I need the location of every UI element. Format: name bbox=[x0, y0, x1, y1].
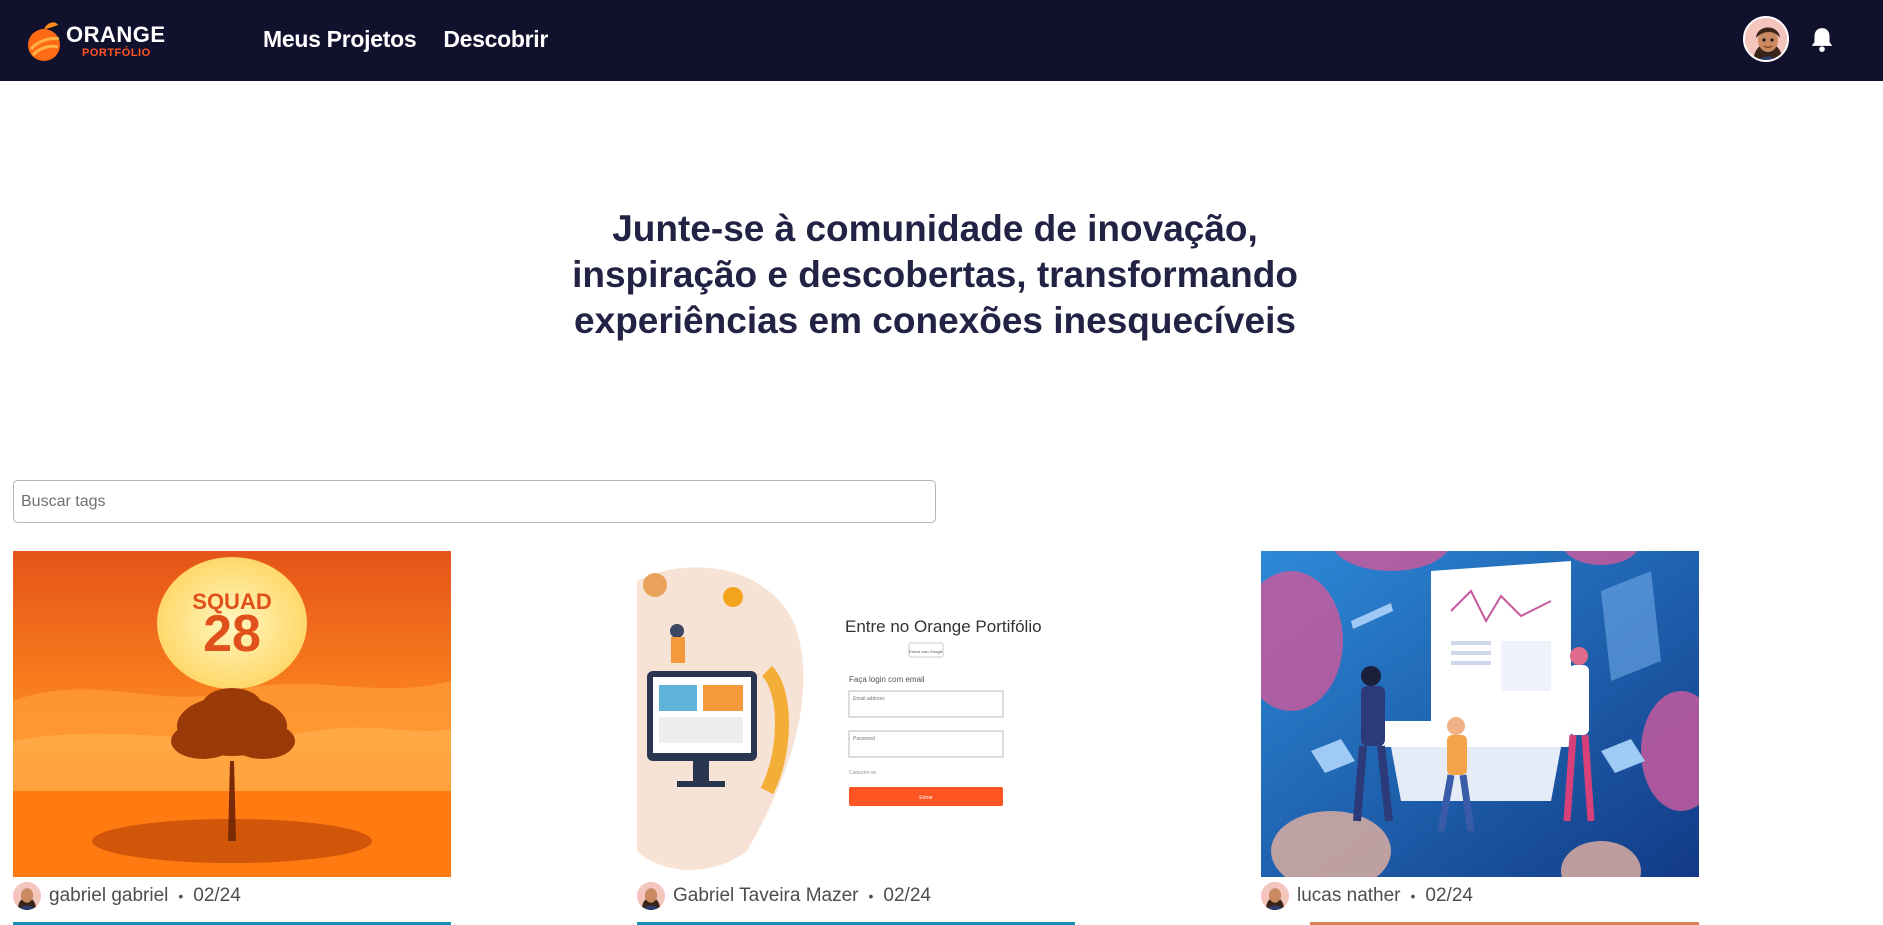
project-meta: lucas nather • 02/24 bbox=[1261, 877, 1699, 915]
main-nav: Meus Projetos Descobrir bbox=[263, 26, 548, 53]
author-name[interactable]: lucas nather bbox=[1297, 885, 1401, 907]
logo-subtitle: PORTFÓLIO bbox=[82, 46, 151, 59]
signup-link: Cadastre-se bbox=[849, 770, 876, 776]
project-thumbnail[interactable] bbox=[1261, 551, 1699, 877]
user-avatar[interactable] bbox=[1743, 16, 1789, 62]
search-tags-input[interactable] bbox=[13, 480, 936, 523]
hero-line-1: Junte-se à comunidade de inovação, bbox=[612, 208, 1258, 249]
nav-meus-projetos[interactable]: Meus Projetos bbox=[263, 26, 417, 53]
orange-fruit-icon bbox=[26, 19, 62, 63]
login-heading: Entre no Orange Portifólio bbox=[845, 617, 1042, 636]
login-subheading: Faça login com email bbox=[849, 675, 925, 684]
email-label: Email address bbox=[853, 696, 885, 702]
password-label: Password bbox=[853, 736, 875, 742]
project-thumbnail[interactable]: SQUAD 28 bbox=[13, 551, 451, 877]
project-card: SQUAD 28 gabriel gabriel • 02/24 bbox=[13, 551, 451, 915]
project-meta: Gabriel Taveira Mazer • 02/24 bbox=[637, 877, 1075, 915]
squad-number: 28 bbox=[203, 605, 261, 663]
orange-portfolio-logo[interactable]: ORANGE PORTFÓLIO bbox=[26, 16, 165, 66]
separator-dot: • bbox=[868, 888, 874, 904]
author-avatar bbox=[1261, 882, 1289, 910]
separator-dot: • bbox=[1410, 888, 1416, 904]
project-date: 02/24 bbox=[883, 885, 931, 906]
author-name[interactable]: Gabriel Taveira Mazer bbox=[673, 885, 859, 907]
logo-title: ORANGE bbox=[66, 21, 166, 47]
project-date: 02/24 bbox=[193, 885, 241, 906]
author-name[interactable]: gabriel gabriel bbox=[49, 885, 168, 907]
hero-line-3: experiências em conexões inesquecíveis bbox=[574, 300, 1296, 341]
nav-descobrir[interactable]: Descobrir bbox=[443, 26, 548, 53]
project-thumbnail[interactable]: Entre no Orange Portifólio Entrar com Go… bbox=[637, 551, 1075, 877]
separator-dot: • bbox=[178, 888, 184, 904]
submit-button: Entrar bbox=[919, 795, 933, 801]
hero-line-2: inspiração e descobertas, transformando bbox=[572, 254, 1298, 295]
author-avatar bbox=[13, 882, 41, 910]
bell-icon[interactable] bbox=[1809, 26, 1835, 54]
project-date: 02/24 bbox=[1425, 885, 1473, 906]
google-button: Entrar com Google bbox=[909, 649, 943, 654]
top-navbar: ORANGE PORTFÓLIO Meus Projetos Descobrir bbox=[0, 0, 1883, 81]
author-avatar bbox=[637, 882, 665, 910]
project-card: Entre no Orange Portifólio Entrar com Go… bbox=[637, 551, 1075, 915]
project-card: lucas nather • 02/24 bbox=[1261, 551, 1699, 915]
hero-heading: Junte-se à comunidade de inovação, inspi… bbox=[470, 206, 1400, 344]
project-meta: gabriel gabriel • 02/24 bbox=[13, 877, 451, 915]
